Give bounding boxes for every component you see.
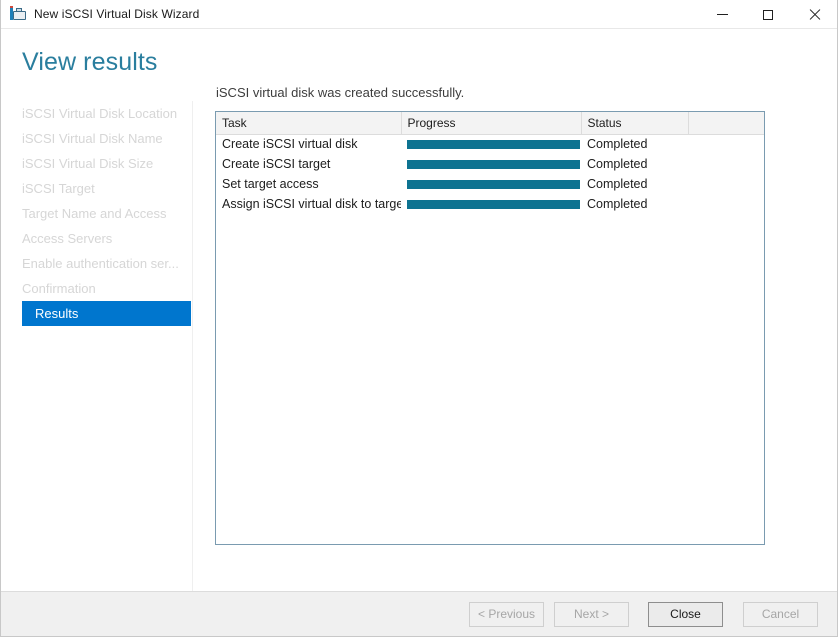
page-header: View results <box>1 29 837 75</box>
table-row[interactable]: Create iSCSI target Completed <box>216 154 764 174</box>
sidebar-item-access-servers[interactable]: Access Servers <box>1 226 192 251</box>
cell-status: Completed <box>587 177 648 191</box>
page-title: View results <box>22 48 158 76</box>
table-row[interactable]: Create iSCSI virtual disk Completed <box>216 134 764 154</box>
close-icon <box>809 9 820 20</box>
cell-status: Completed <box>587 197 648 211</box>
column-header-task[interactable]: Task <box>216 112 402 135</box>
cell-progress <box>401 154 581 174</box>
progress-bar-fill <box>407 159 580 169</box>
progress-bar <box>407 159 580 169</box>
results-table-body: Create iSCSI virtual disk Completed Crea… <box>216 134 764 214</box>
maximize-button[interactable] <box>745 0 791 29</box>
progress-bar <box>407 199 580 209</box>
cell-blank <box>688 194 764 214</box>
wizard-steps-sidebar: iSCSI Virtual Disk Location iSCSI Virtua… <box>1 101 193 591</box>
title-bar: New iSCSI Virtual Disk Wizard <box>1 0 837 29</box>
sidebar-item-iscsi-virtual-disk-name[interactable]: iSCSI Virtual Disk Name <box>1 126 192 151</box>
sidebar-item-target-name-and-access[interactable]: Target Name and Access <box>1 201 192 226</box>
progress-bar <box>407 179 580 189</box>
previous-button[interactable]: < Previous <box>469 601 544 627</box>
cell-task: Create iSCSI target <box>222 157 331 171</box>
cell-task: Assign iSCSI virtual disk to target <box>222 197 401 211</box>
results-table: Task Progress Status Create iSCSI virtua… <box>216 112 764 214</box>
cell-blank <box>688 174 764 194</box>
next-button[interactable]: Next > <box>554 601 629 627</box>
sidebar-item-iscsi-target[interactable]: iSCSI Target <box>1 176 192 201</box>
table-row[interactable]: Set target access Completed <box>216 174 764 194</box>
results-panel: Task Progress Status Create iSCSI virtua… <box>215 111 765 545</box>
cell-task: Set target access <box>222 177 319 191</box>
column-header-progress[interactable]: Progress <box>401 112 582 135</box>
cell-progress <box>401 174 581 194</box>
sidebar-item-iscsi-virtual-disk-location[interactable]: iSCSI Virtual Disk Location <box>1 101 192 126</box>
cell-blank <box>688 154 764 174</box>
cell-status: Completed <box>587 157 648 171</box>
main-content: iSCSI virtual disk was created successfu… <box>193 85 838 591</box>
progress-bar <box>407 139 580 149</box>
close-window-button[interactable] <box>791 0 837 29</box>
iscsi-disk-icon <box>10 6 26 22</box>
progress-bar-fill <box>407 199 580 209</box>
minimize-button[interactable] <box>699 0 745 29</box>
table-row[interactable]: Assign iSCSI virtual disk to target Comp… <box>216 194 764 214</box>
wizard-window: New iSCSI Virtual Disk Wizard View resul… <box>0 0 838 637</box>
progress-bar-fill <box>407 139 580 149</box>
wizard-footer: < Previous Next > Close Cancel <box>1 591 837 636</box>
success-message: iSCSI virtual disk was created successfu… <box>216 85 465 100</box>
cell-status: Completed <box>587 137 648 152</box>
cell-task: Create iSCSI virtual disk <box>222 137 358 152</box>
minimize-icon <box>716 14 728 15</box>
cancel-button[interactable]: Cancel <box>743 601 818 627</box>
cell-blank <box>688 134 764 154</box>
results-table-head: Task Progress Status <box>216 112 764 135</box>
window-title: New iSCSI Virtual Disk Wizard <box>34 7 200 21</box>
wizard-body: iSCSI Virtual Disk Location iSCSI Virtua… <box>1 75 837 591</box>
maximize-icon <box>763 9 773 20</box>
sidebar-item-confirmation[interactable]: Confirmation <box>1 276 192 301</box>
window-controls <box>699 0 837 29</box>
progress-bar-fill <box>407 179 580 189</box>
sidebar-item-results[interactable]: Results <box>22 301 191 326</box>
table-header-row: Task Progress Status <box>216 112 764 135</box>
column-header-status[interactable]: Status <box>581 112 689 135</box>
sidebar-item-iscsi-virtual-disk-size[interactable]: iSCSI Virtual Disk Size <box>1 151 192 176</box>
close-button[interactable]: Close <box>648 601 723 627</box>
sidebar-item-enable-authentication-service[interactable]: Enable authentication ser... <box>1 251 192 276</box>
cell-progress <box>401 134 581 154</box>
cell-progress <box>401 194 581 214</box>
column-header-blank[interactable] <box>688 112 764 135</box>
